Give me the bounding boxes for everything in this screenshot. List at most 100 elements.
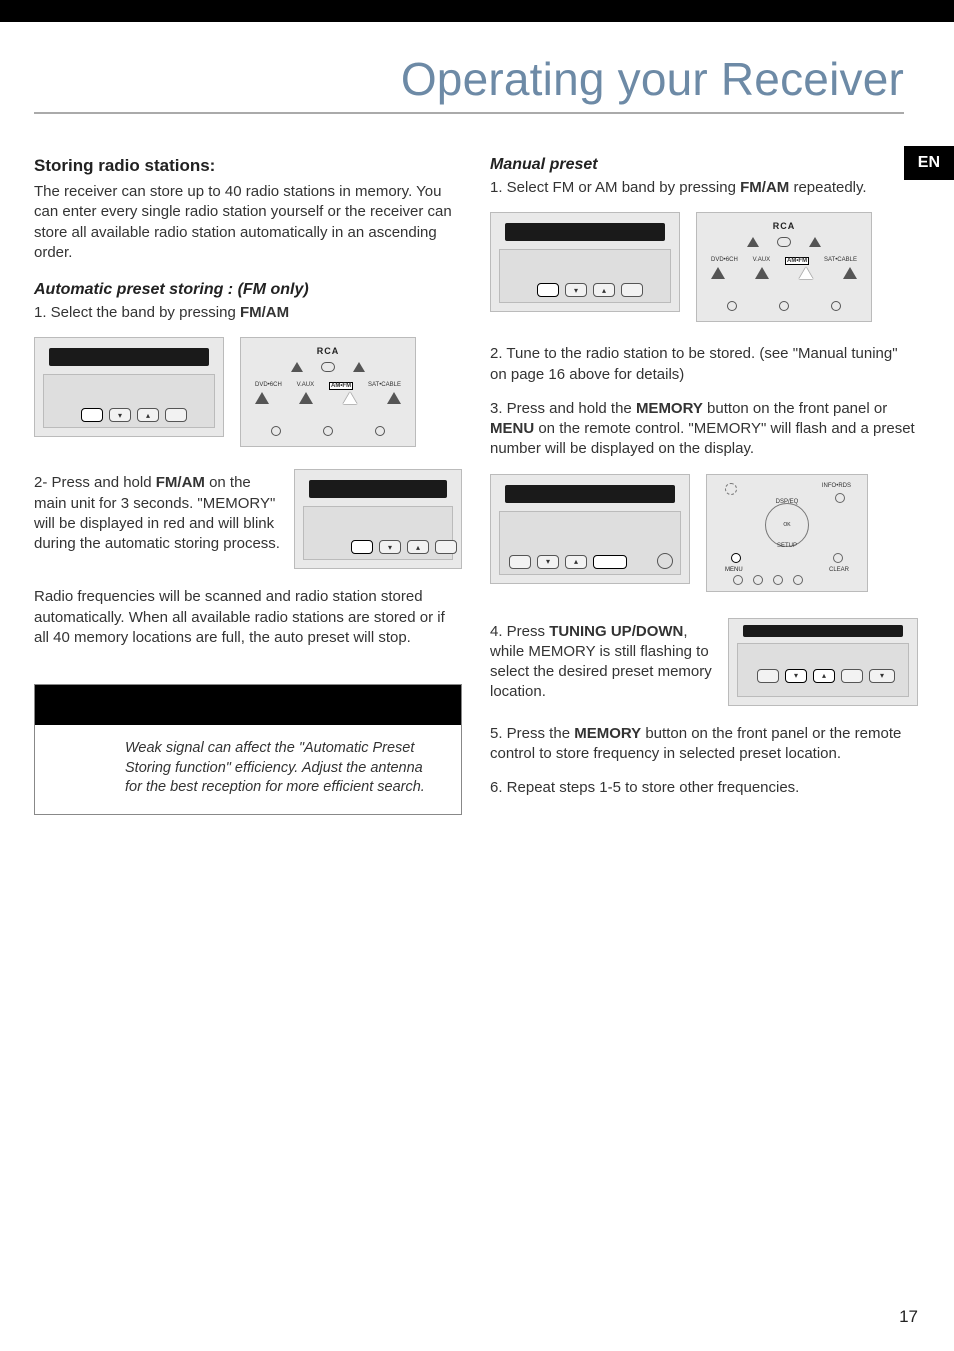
dot-icon xyxy=(727,301,737,311)
storing-heading: Storing radio stations: xyxy=(34,156,462,176)
auto-preset-heading: Automatic preset storing : (FM only) xyxy=(34,281,462,299)
source-triangles xyxy=(711,267,857,279)
manual-step-1-post: repeatedly. xyxy=(789,179,866,196)
manual-step-4: 4. Press TUNING UP/DOWN, while MEMORY is… xyxy=(490,622,714,706)
panel-button: ▴ xyxy=(137,408,159,422)
manual-step-1: 1. Select FM or AM band by pressing FM/A… xyxy=(490,178,918,198)
lbl-vaux: V.AUX xyxy=(297,382,314,390)
right-column: Manual preset 1. Select FM or AM band by… xyxy=(490,156,918,815)
tuning-updown-label: TUNING UP/DOWN xyxy=(549,623,683,640)
dot-icon xyxy=(323,426,333,436)
dot-icon xyxy=(375,426,385,436)
tri-icon-highlight xyxy=(343,392,357,404)
panel-button: ▾ xyxy=(869,669,895,683)
tri-icon xyxy=(711,267,725,279)
play-rev-icon xyxy=(353,362,365,372)
brand-label: RCA xyxy=(317,346,340,356)
tip-box: Weak signal can affect the "Automatic Pr… xyxy=(34,684,462,815)
auto-step-2: 2- Press and hold FM/AM on the main unit… xyxy=(34,473,280,569)
page-title: Operating your Receiver xyxy=(34,52,904,106)
button-row: ▾ ▴ xyxy=(537,283,643,297)
digit-icon xyxy=(773,575,783,585)
figure-row-3: ▾ ▴ INFO•RDS OK DSP/EQ SETUP xyxy=(490,474,918,592)
front-panel-figure-3: ▾ ▴ xyxy=(490,212,680,312)
clear-button-icon xyxy=(833,553,843,563)
step4-split: 4. Press TUNING UP/DOWN, while MEMORY is… xyxy=(490,618,918,706)
play-icon xyxy=(747,237,759,247)
front-panel-figure-4: ▾ ▴ xyxy=(490,474,690,584)
button-row: ▾ ▴ ▾ xyxy=(757,669,895,683)
panel-button: ▴ xyxy=(593,283,615,297)
lbl-dvd6ch: DVD•6CH xyxy=(255,382,282,390)
manual-step-2: 2. Tune to the radio station to be store… xyxy=(490,344,918,385)
step3-mid: button on the front panel or xyxy=(703,400,887,417)
tip-text: Weak signal can affect the "Automatic Pr… xyxy=(35,725,461,814)
fmam-button-highlight xyxy=(81,408,103,422)
display-screen xyxy=(743,625,903,637)
step4-pre: 4. Press xyxy=(490,623,549,640)
clear-label: CLEAR xyxy=(829,567,849,573)
panel-button: ▾ xyxy=(109,408,131,422)
onoff-icon xyxy=(321,362,335,372)
source-labels: DVD•6CH V.AUX AM•FM SAT•CABLE xyxy=(255,382,401,390)
digit-icon xyxy=(793,575,803,585)
onoff-icon xyxy=(777,237,791,247)
left-column: Storing radio stations: The receiver can… xyxy=(34,156,462,815)
remote-figure-3: INFO•RDS OK DSP/EQ SETUP MENU CLEAR xyxy=(706,474,868,592)
panel-button: ▴ xyxy=(565,555,587,569)
panel-button xyxy=(621,283,643,297)
menu-button-highlight xyxy=(731,553,741,563)
menu-text: MENU xyxy=(725,567,743,573)
fmam-label: FM/AM xyxy=(240,304,289,321)
tri-icon-highlight xyxy=(799,267,813,279)
tip-header-bar xyxy=(35,685,461,725)
tri-icon xyxy=(387,392,401,404)
dot-icon xyxy=(779,301,789,311)
top-black-bar xyxy=(0,0,954,22)
button-row: ▾ ▴ xyxy=(81,408,187,422)
panel-button xyxy=(841,669,863,683)
memory-button-highlight xyxy=(593,555,627,569)
panel-button xyxy=(509,555,531,569)
bottom-dots xyxy=(271,426,385,436)
button-row: ▾ ▴ xyxy=(351,540,457,554)
step3-pre: 3. Press and hold the xyxy=(490,400,636,417)
ok-label: OK xyxy=(783,522,790,528)
manual-step-5: 5. Press the MEMORY button on the front … xyxy=(490,724,918,765)
panel-button: ▾ xyxy=(565,283,587,297)
volume-knob xyxy=(657,553,673,569)
play-rev-icon xyxy=(809,237,821,247)
tri-icon xyxy=(755,267,769,279)
front-panel-figure-2: ▾ ▴ xyxy=(294,469,462,569)
lbl-amfm-highlight: AM•FM xyxy=(785,257,809,265)
info-button-icon xyxy=(835,493,845,503)
source-labels: DVD•6CH V.AUX AM•FM SAT•CABLE xyxy=(711,257,857,265)
panel-button xyxy=(165,408,187,422)
front-panel-figure-1: ▾ ▴ xyxy=(34,337,224,437)
fmam-button-highlight xyxy=(351,540,373,554)
manual-page: Operating your Receiver EN Storing radio… xyxy=(0,0,954,1351)
dspeq-label: DSP/EQ xyxy=(776,499,799,505)
fmam-label: FM/AM xyxy=(740,179,789,196)
play-icon xyxy=(291,362,303,372)
digit-icon xyxy=(753,575,763,585)
digit-row xyxy=(733,575,803,585)
lbl-vaux: V.AUX xyxy=(753,257,770,265)
dot-icon xyxy=(831,301,841,311)
display-screen xyxy=(49,348,209,366)
lbl-satcable: SAT•CABLE xyxy=(368,382,401,390)
fmam-button-highlight xyxy=(537,283,559,297)
display-screen xyxy=(309,480,447,498)
auto-scan-paragraph: Radio frequencies will be scanned and ra… xyxy=(34,587,462,648)
panel-button: ▾ xyxy=(537,555,559,569)
brand-label: RCA xyxy=(773,221,796,231)
dot-icon xyxy=(271,426,281,436)
storing-intro: The receiver can store up to 40 radio st… xyxy=(34,182,462,263)
remote-figure-1: RCA DVD•6CH V.AUX AM•FM SAT•CABLE xyxy=(240,337,416,447)
title-area: Operating your Receiver xyxy=(34,52,918,114)
tri-icon xyxy=(255,392,269,404)
display-screen xyxy=(505,485,675,503)
language-tag: EN xyxy=(904,146,954,180)
figure-row-2: ▾ ▴ RCA DVD•6CH V.AUX AM•FM xyxy=(490,212,918,322)
manual-step-6: 6. Repeat steps 1-5 to store other frequ… xyxy=(490,778,918,798)
